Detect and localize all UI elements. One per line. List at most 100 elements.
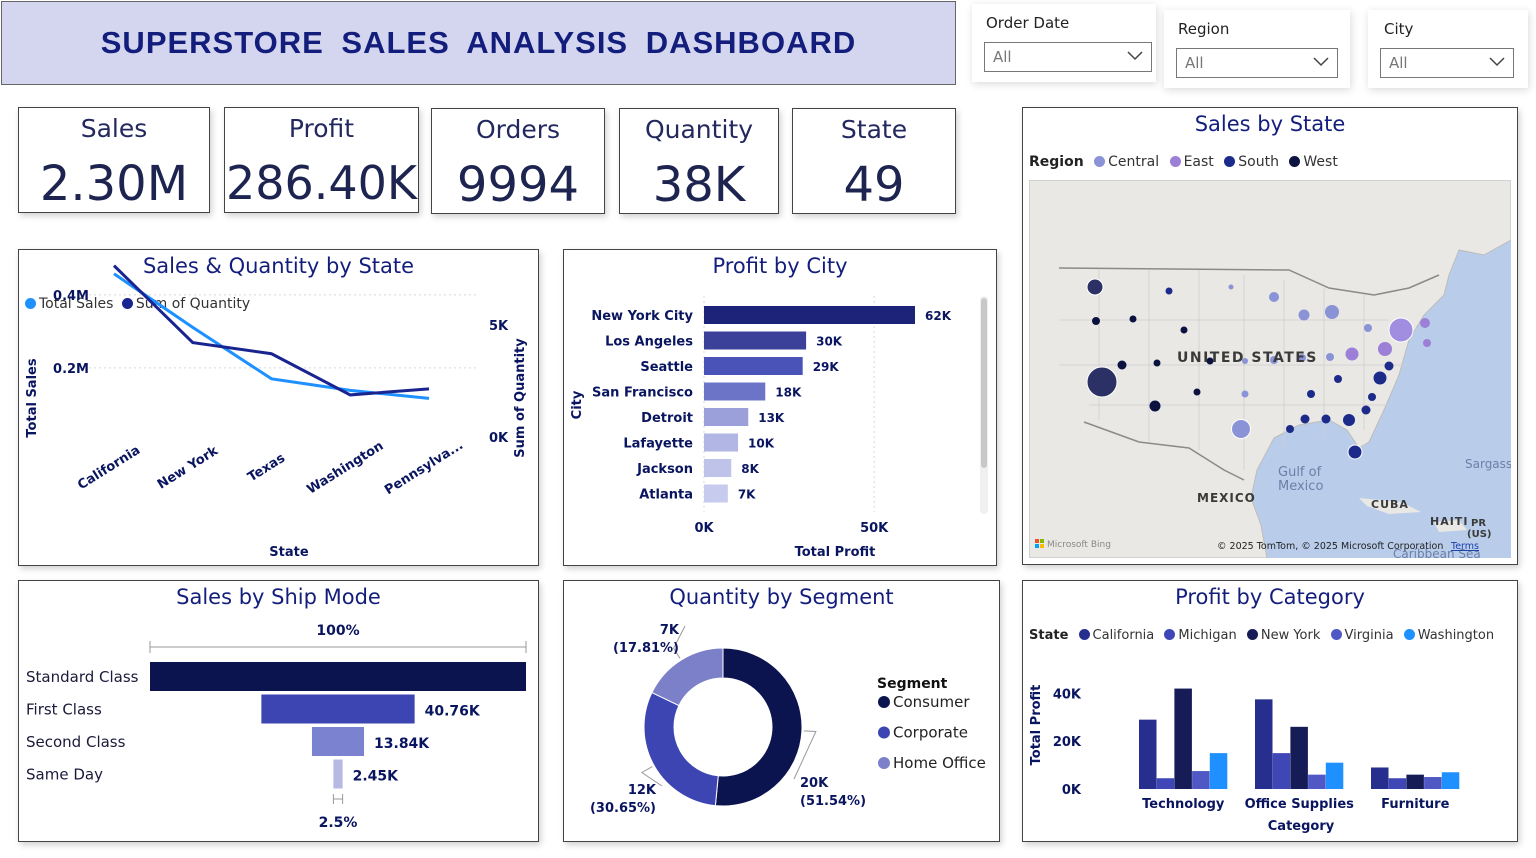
y-tick-label: New York City <box>591 309 693 324</box>
legend-item-west: West <box>1303 154 1338 170</box>
bar-furniture-virginia <box>1424 777 1442 789</box>
slicer-city-label: City <box>1384 20 1414 38</box>
category-bar-chart: 0K 20K 40K Technology Office Supplies Furnitu… <box>1029 685 1460 834</box>
funnel-bar-standard-class <box>150 662 526 691</box>
bar-jackson <box>704 459 732 477</box>
legend-swatch <box>878 696 890 708</box>
map-label-gulf-line2: Mexico <box>1278 479 1323 494</box>
slicer-order-date-dropdown[interactable]: All <box>984 42 1152 72</box>
map-terms-link[interactable]: Terms <box>1450 541 1479 552</box>
x-axis-title: Total Profit <box>795 545 876 560</box>
map-label-pr: PR <box>1471 518 1486 529</box>
x-axis-title: Category <box>1268 819 1335 834</box>
y2-tick-label: 5K <box>489 319 509 334</box>
kpi-label: Profit <box>288 114 355 143</box>
slicer-city[interactable]: City All <box>1368 10 1528 88</box>
bar-office-supplies-california <box>1255 699 1273 789</box>
slicer-region-dropdown[interactable]: All <box>1176 48 1338 78</box>
legend-swatch <box>878 757 890 769</box>
slicer-order-date[interactable]: Order Date All <box>972 4 1156 82</box>
kpi-label: Orders <box>475 115 561 144</box>
y-axis-title: City <box>570 390 585 419</box>
slicer-order-date-value: All <box>993 48 1012 66</box>
y-tick-label: Seattle <box>640 360 693 375</box>
panel-sales-quantity-by-state[interactable]: Sales & Quantity by State Total Sales Su… <box>18 249 539 566</box>
chart-title: Sales by State <box>1194 112 1346 136</box>
kpi-card-state: State 49 <box>792 108 956 214</box>
chevron-down-icon <box>1313 57 1329 67</box>
y-tick-label: 20K <box>1053 735 1082 750</box>
legend-title: Segment <box>877 676 948 692</box>
dashboard-title: SUPERSTORE SALES ANALYSIS DASHBOARD <box>100 25 857 60</box>
bar-furniture-new-york <box>1406 774 1424 789</box>
data-label: 7K <box>738 488 756 502</box>
panel-sales-by-state-map[interactable]: Sales by State Region Central East South… <box>1022 107 1518 565</box>
x-tick-label: Furniture <box>1381 797 1449 812</box>
data-label-pct: (51.54%) <box>800 794 866 809</box>
kpi-card-quantity: Quantity 38K <box>619 108 779 214</box>
data-label: 10K <box>748 437 775 451</box>
funnel-bar-second-class <box>311 727 365 756</box>
funnel-bar-first-class <box>261 694 415 724</box>
data-label: 40.76K <box>425 704 481 720</box>
funnel-top-label: 100% <box>316 623 359 639</box>
panel-profit-by-city[interactable]: Profit by City 0K 50K New York City 62K Los … <box>563 249 997 566</box>
legend-item: Home Office <box>893 754 986 772</box>
bar-lafayette <box>704 433 739 452</box>
funnel-chart: 100% Standard Class First Class 40.76K Secon… <box>26 623 527 831</box>
legend-swatch <box>1169 156 1181 167</box>
scrollbar[interactable] <box>980 296 988 514</box>
scrollbar-thumb[interactable] <box>981 298 987 468</box>
data-label: 7K <box>660 623 680 638</box>
panel-quantity-by-segment[interactable]: Quantity by Segment 20K (51.54%) 12K (30.65… <box>563 580 1000 842</box>
bar-san-francisco <box>704 382 766 401</box>
funnel-category-label: Same Day <box>26 766 103 784</box>
legend-item-south: South <box>1238 154 1279 170</box>
bar-atlanta <box>704 484 728 503</box>
slicer-region[interactable]: Region All <box>1164 10 1350 88</box>
x-tick-label: New York <box>155 443 221 492</box>
y2-axis-title: Sum of Quantity <box>513 338 528 458</box>
kpi-label: State <box>840 115 908 144</box>
slicer-region-value: All <box>1185 54 1204 72</box>
data-label: 2.45K <box>353 769 400 785</box>
kpi-value: 49 <box>843 157 905 213</box>
bar-furniture-washington <box>1441 772 1460 789</box>
funnel-category-label: First Class <box>26 701 102 719</box>
kpi-card-orders: Orders 9994 <box>431 108 605 214</box>
kpi-value: 2.30M <box>39 156 189 212</box>
data-label: 8K <box>741 462 759 476</box>
x-tick-label: Office Supplies <box>1245 797 1355 812</box>
bar-technology-california <box>1139 719 1157 789</box>
bar-detroit <box>704 408 749 426</box>
x-tick-label: Pennsylva... <box>382 438 466 498</box>
y-tick-label: San Francisco <box>592 386 693 401</box>
y-tick-label: Lafayette <box>623 437 693 452</box>
legend-item-east: East <box>1183 154 1214 170</box>
kpi-value: 9994 <box>456 157 580 213</box>
kpi-card-profit: Profit 286.40K <box>224 107 419 213</box>
bar-technology-new-york <box>1174 688 1192 789</box>
slicer-region-label: Region <box>1178 20 1230 38</box>
bar-technology-virginia <box>1192 771 1210 789</box>
us-map[interactable]: UNITED STATES Gulf of Mexico MEXICO CUBA… <box>1029 180 1511 558</box>
bar-office-supplies-washington <box>1325 762 1344 789</box>
bar-furniture-michigan <box>1388 778 1407 789</box>
y-axis-title: Total Sales <box>25 358 40 437</box>
x-tick-label: Washington <box>305 439 387 498</box>
legend-item: Consumer <box>893 693 970 711</box>
bar-new-york-city <box>704 306 915 324</box>
bar-los-angeles <box>704 331 807 350</box>
map-legend: Region Central East South West <box>1029 154 1338 170</box>
series-line-sum-of-quantity <box>112 264 430 397</box>
slicer-city-dropdown[interactable]: All <box>1380 48 1514 78</box>
panel-sales-by-ship-mode[interactable]: Sales by Ship Mode 100% Standard Class Fir… <box>18 580 539 842</box>
data-label: 30K <box>816 335 843 349</box>
legend-item-central: Central <box>1108 154 1160 170</box>
data-label: 20K <box>800 776 829 791</box>
bing-attribution: Microsoft Bing <box>1047 540 1111 550</box>
panel-profit-by-category[interactable]: Profit by Category State California Mich… <box>1022 580 1518 842</box>
legend-swatch <box>1094 156 1106 167</box>
bar-office-supplies-michigan <box>1272 753 1291 789</box>
map-legend-title: Region <box>1029 154 1084 170</box>
